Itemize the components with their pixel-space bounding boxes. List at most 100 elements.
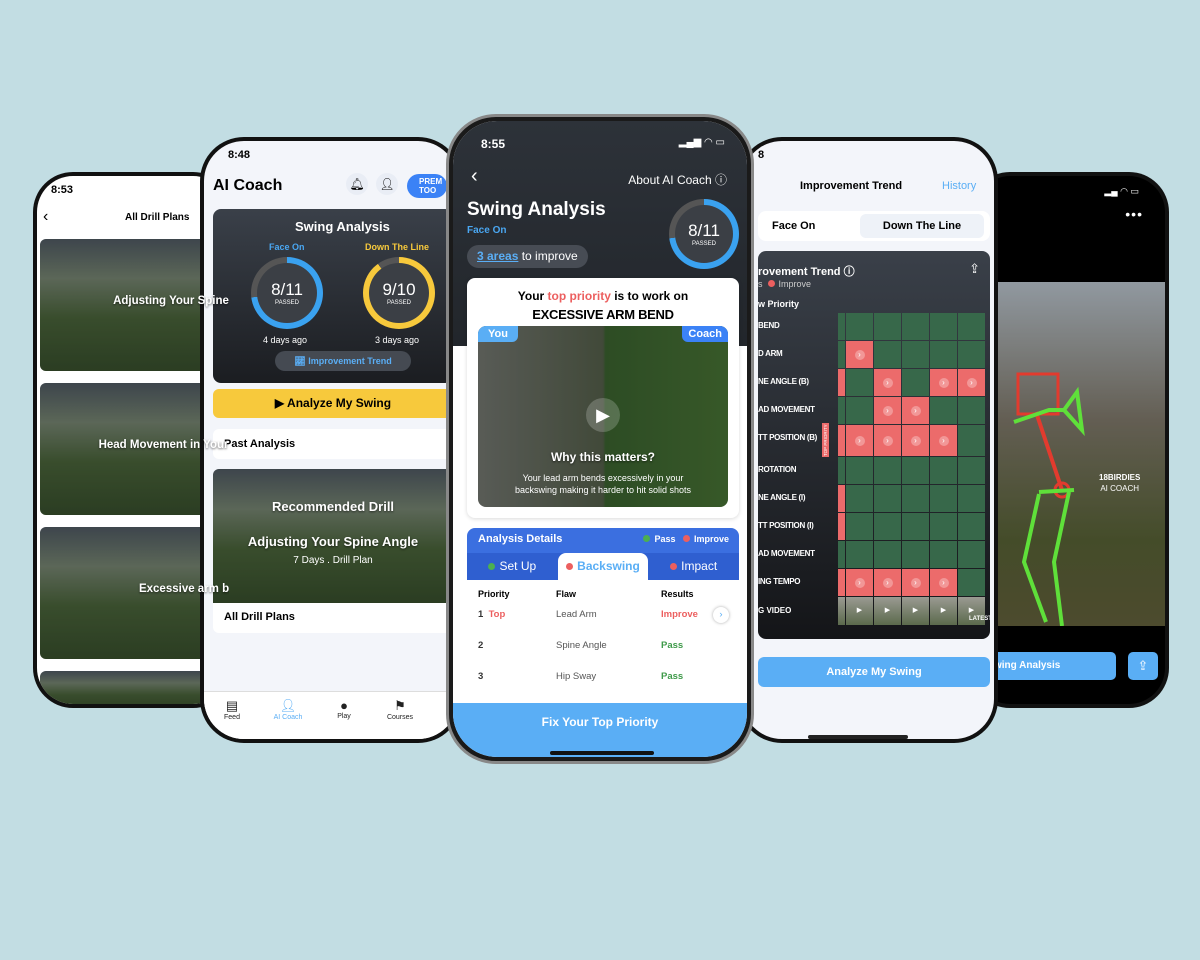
heatmap-cell-improve[interactable]: ›: [874, 569, 901, 596]
heatmap-cell-improve[interactable]: ›: [902, 425, 929, 456]
table-row[interactable]: 1 Top Lead Arm Improve ›: [467, 599, 739, 630]
heatmap-cell-pass: [902, 341, 929, 368]
flaw-label: D ARM: [758, 349, 783, 358]
video-thumbnail[interactable]: ▶: [846, 597, 873, 625]
details-title: Analysis Details: [478, 533, 563, 545]
heatmap-row: ING TEMPO › › › ›: [758, 569, 990, 596]
analyze-my-swing-button[interactable]: Analyze My Swing: [758, 657, 990, 687]
score: 9/10: [382, 280, 416, 299]
you-label: You: [478, 326, 518, 342]
heatmap-cell-improve[interactable]: [838, 569, 845, 596]
face-on-ago: 4 days ago: [263, 335, 308, 345]
tab-ai-coach[interactable]: 👤︎ AI Coach: [260, 692, 316, 739]
past-analysis-row[interactable]: Past Analysis: [213, 429, 453, 459]
col-flaw: Flaw: [556, 589, 577, 599]
heatmap-cell-pass: [838, 341, 845, 368]
video-thumbnail[interactable]: ▶: [930, 597, 957, 625]
heatmap-cell-improve[interactable]: [838, 425, 845, 456]
home-indicator: [550, 751, 654, 755]
page-title: All Drill Plans: [125, 212, 190, 223]
dtl-ago: 3 days ago: [375, 335, 420, 345]
why-description: Your lead arm bends excessively in your …: [514, 473, 692, 495]
video-thumbnail[interactable]: ▶: [902, 597, 929, 625]
video-thumbnail[interactable]: [838, 597, 845, 625]
play-icon[interactable]: ▶: [586, 398, 620, 432]
heatmap-cell-improve[interactable]: ›: [874, 369, 901, 396]
tab-feed[interactable]: ▤ Feed: [204, 692, 260, 739]
swing-analysis-card[interactable]: Swing Analysis Face On Down The Line 8/1…: [213, 209, 453, 383]
priority-card: Your top priority is to work on EXCESSIV…: [467, 278, 739, 518]
coach-icon: 👤︎: [279, 698, 297, 713]
comparison-video[interactable]: You Coach ▶ Why this matters? Your lead …: [478, 326, 728, 507]
segment-face-on[interactable]: Face On: [772, 220, 815, 232]
heatmap-cell-improve[interactable]: ›: [846, 569, 873, 596]
heatmap-cell-pass: [874, 513, 901, 540]
heatmap-cell-improve[interactable]: [838, 369, 845, 396]
heatmap-cell-pass: [930, 397, 957, 424]
heatmap-cell-pass: [930, 541, 957, 568]
history-link[interactable]: History: [942, 180, 976, 192]
column-header: w Priority: [758, 299, 800, 309]
heatmap-cell-improve[interactable]: ›: [846, 425, 873, 456]
status-icons: ▂▄ ◠ ▭: [1104, 186, 1139, 196]
heatmap-row: NE ANGLE (I): [758, 485, 990, 512]
table-row[interactable]: 3 Hip Sway Pass: [467, 661, 739, 692]
back-button[interactable]: ‹: [43, 208, 48, 226]
areas-to-improve-pill[interactable]: 3 areas to improve: [467, 245, 588, 268]
premium-button[interactable]: PREM TOO: [407, 174, 447, 198]
recommended-heading: Recommended Drill: [271, 499, 395, 514]
status-time: 8:55: [481, 137, 506, 151]
fix-top-priority-button[interactable]: Fix Your Top Priority: [453, 703, 747, 757]
heatmap-cell-improve[interactable]: ›: [930, 369, 957, 396]
about-ai-coach-link[interactable]: About AI Coach ⓘ: [628, 171, 727, 188]
table-row[interactable]: 2 Spine Angle Pass: [467, 630, 739, 661]
recommended-drill-card[interactable]: Recommended Drill Adjusting Your Spine A…: [213, 469, 453, 633]
heatmap-cell-pass: [846, 313, 873, 340]
heatmap-cell-improve[interactable]: ›: [902, 569, 929, 596]
heatmap-row: TT POSITION (I): [758, 513, 990, 540]
view-segment: Face On Down The Line: [758, 211, 990, 241]
bell-icon[interactable]: 🔔︎: [346, 173, 368, 195]
heatmap-cell-improve[interactable]: ›: [930, 569, 957, 596]
heatmap-cell-improve[interactable]: ›: [902, 397, 929, 424]
card-title: rovement Trend ⓘ: [758, 266, 855, 278]
result: Pass: [661, 640, 684, 651]
priority-line: Your top priority is to work on: [517, 289, 689, 303]
video-thumbnail[interactable]: ▶: [874, 597, 901, 625]
heatmap-cell-improve[interactable]: [838, 485, 845, 512]
tab-impact[interactable]: Impact: [648, 553, 739, 580]
improvement-trend-button[interactable]: 📈︎ Improvement Trend: [275, 351, 411, 371]
card-title: Swing Analysis: [295, 219, 390, 234]
heatmap-cell-improve[interactable]: [838, 513, 845, 540]
heatmap-cell-improve[interactable]: ›: [874, 397, 901, 424]
flaw-label: TT POSITION (I): [758, 521, 814, 530]
tab-play[interactable]: ● Play: [316, 692, 372, 739]
heatmap-cell-improve[interactable]: ›: [930, 425, 957, 456]
share-icon[interactable]: ⇪: [969, 261, 980, 277]
heatmap-cell-pass: [930, 513, 957, 540]
heatmap-cell-pass: [902, 369, 929, 396]
top-priority-tag: TOP PRIORITY: [822, 423, 829, 457]
segment-down-the-line[interactable]: Down The Line: [860, 214, 984, 238]
home-indicator: [808, 735, 908, 739]
areas-link[interactable]: 3 areas: [477, 249, 518, 263]
tab-courses[interactable]: ⚑ Courses: [372, 692, 428, 739]
heatmap-cell-pass: [838, 313, 845, 340]
add-friend-icon[interactable]: 👤︎: [376, 173, 398, 195]
flaw-name: Hip Sway: [556, 671, 597, 682]
flaw-label: AD MOVEMENT: [758, 549, 815, 558]
info-icon: ⓘ: [843, 266, 855, 278]
back-button[interactable]: ‹: [471, 165, 478, 188]
pose-video[interactable]: 18BIRDIES AI COACH: [974, 282, 1165, 626]
heatmap-cell-improve[interactable]: ›: [846, 341, 873, 368]
share-icon[interactable]: ⇪: [1128, 652, 1158, 680]
analyze-my-swing-button[interactable]: ▶ Analyze My Swing: [213, 389, 453, 418]
heatmap-cell-improve[interactable]: ›: [874, 425, 901, 456]
all-drill-plans-link[interactable]: All Drill Plans: [213, 603, 453, 631]
flaw-label: TT POSITION (B): [758, 433, 818, 442]
tab-backswing[interactable]: Backswing: [557, 553, 649, 580]
tab-set-up[interactable]: Set Up: [467, 553, 558, 580]
chevron-right-icon[interactable]: ›: [713, 607, 729, 623]
more-icon[interactable]: •••: [1125, 206, 1143, 222]
video-icon: ▶: [274, 396, 288, 410]
